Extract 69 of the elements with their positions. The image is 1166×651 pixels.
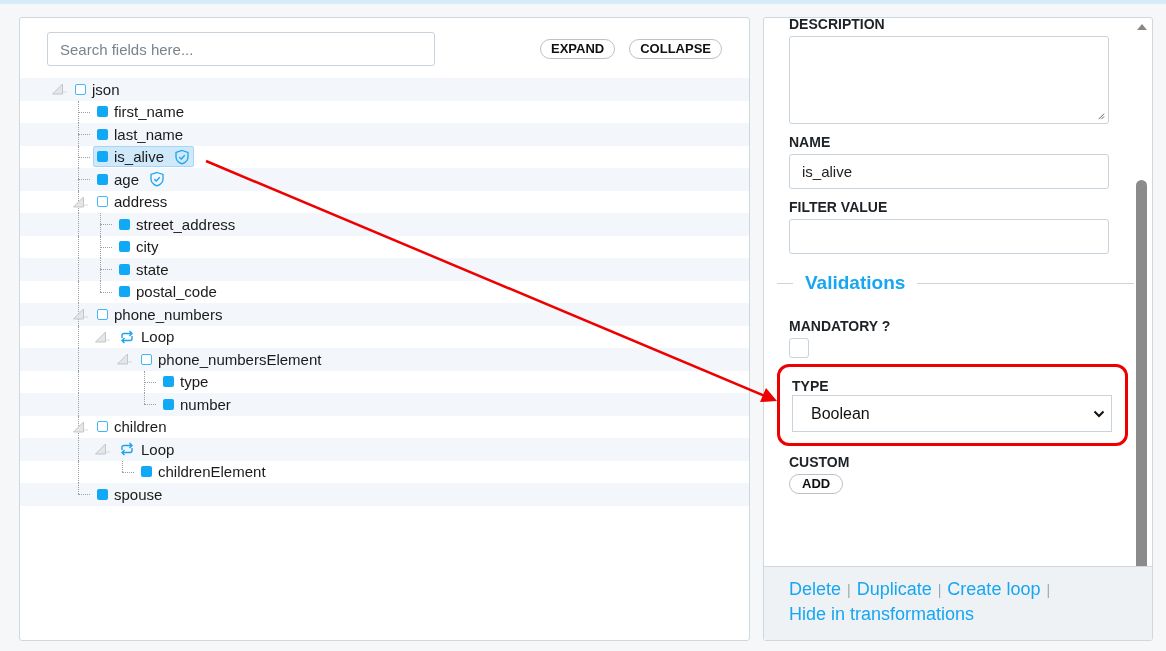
section-title: Validations (805, 272, 906, 294)
scroll-up-icon[interactable] (1135, 23, 1148, 31)
shield-check-icon (174, 148, 191, 165)
link-separator: | (847, 581, 851, 600)
loop-arrows-icon (119, 441, 135, 458)
text-field[interactable] (789, 219, 1109, 254)
field-square-icon (97, 106, 108, 118)
object-square-icon (97, 308, 108, 320)
tree-node[interactable]: number (159, 393, 235, 415)
tree-button[interactable]: EXPAND (540, 39, 616, 59)
tree-node[interactable]: first_name (93, 101, 189, 123)
scrollbar-thumb[interactable] (1136, 180, 1147, 566)
field-square-icon (97, 488, 108, 500)
toggle-triangle-icon[interactable] (115, 352, 134, 366)
field-square-icon (141, 466, 152, 478)
field-square-icon (97, 173, 108, 185)
object-square-icon (97, 421, 108, 433)
add-button[interactable]: ADD (789, 474, 844, 494)
field-square-icon (97, 128, 108, 140)
tree-node[interactable]: type (159, 371, 213, 393)
search-field[interactable]: Search fields here... (47, 32, 435, 66)
tree-node[interactable]: last_name (93, 123, 188, 145)
tree-node[interactable]: Loop (115, 326, 179, 348)
toggle-triangle-icon[interactable] (71, 419, 90, 434)
field-square-icon (97, 151, 108, 163)
tree-node[interactable]: city (115, 236, 163, 258)
tree-node[interactable]: state (115, 258, 173, 280)
tree-node[interactable]: Loop (115, 438, 179, 460)
type-dropdown[interactable]: Boolean (792, 395, 1112, 432)
toggle-triangle-icon[interactable] (71, 307, 90, 321)
field-label: NAME (789, 134, 831, 150)
resize-grip-icon[interactable] (1096, 111, 1105, 120)
tree-node[interactable]: is_alive (93, 146, 195, 168)
link-separator: | (1046, 581, 1051, 600)
field-square-icon (119, 286, 130, 298)
chevron-down-icon (1093, 409, 1105, 418)
field-square-icon (119, 218, 130, 230)
object-square-icon (141, 353, 152, 365)
tree-node[interactable]: street_address (115, 213, 240, 235)
field-square-icon (119, 241, 130, 253)
field-label: FILTER VALUE (789, 199, 888, 215)
tree-node[interactable]: spouse (93, 483, 167, 505)
text-field[interactable]: is_alive (789, 154, 1109, 189)
field-label: DESCRIPTION (789, 18, 885, 32)
field-square-icon (163, 398, 174, 410)
tree-node[interactable]: address (93, 191, 172, 213)
tree-node[interactable]: postal_code (115, 281, 221, 303)
tree-node[interactable]: children (93, 416, 171, 438)
tree-node[interactable]: childrenElement (137, 461, 270, 483)
toggle-triangle-icon[interactable] (93, 329, 112, 344)
toggle-triangle-icon[interactable] (93, 442, 112, 456)
tree-button[interactable]: COLLAPSE (629, 39, 722, 59)
tree-node[interactable]: phone_numbers (93, 303, 227, 325)
tree-node[interactable]: json (71, 78, 124, 100)
object-square-icon (75, 83, 86, 95)
toggle-triangle-icon[interactable] (50, 82, 69, 96)
link-separator: | (937, 581, 942, 600)
field-square-icon (163, 376, 174, 388)
tree-node[interactable]: age (93, 168, 170, 190)
mandatory-checkbox[interactable] (789, 338, 809, 358)
toggle-triangle-icon[interactable] (71, 194, 90, 209)
field-label: TYPE (792, 378, 829, 394)
shield-check-icon (149, 171, 166, 188)
object-square-icon (97, 196, 108, 208)
field-label: CUSTOM (789, 454, 850, 470)
field-square-icon (119, 263, 130, 275)
field-label: MANDATORY ? (789, 318, 891, 334)
description-field[interactable] (789, 36, 1109, 124)
loop-arrows-icon (119, 328, 135, 345)
